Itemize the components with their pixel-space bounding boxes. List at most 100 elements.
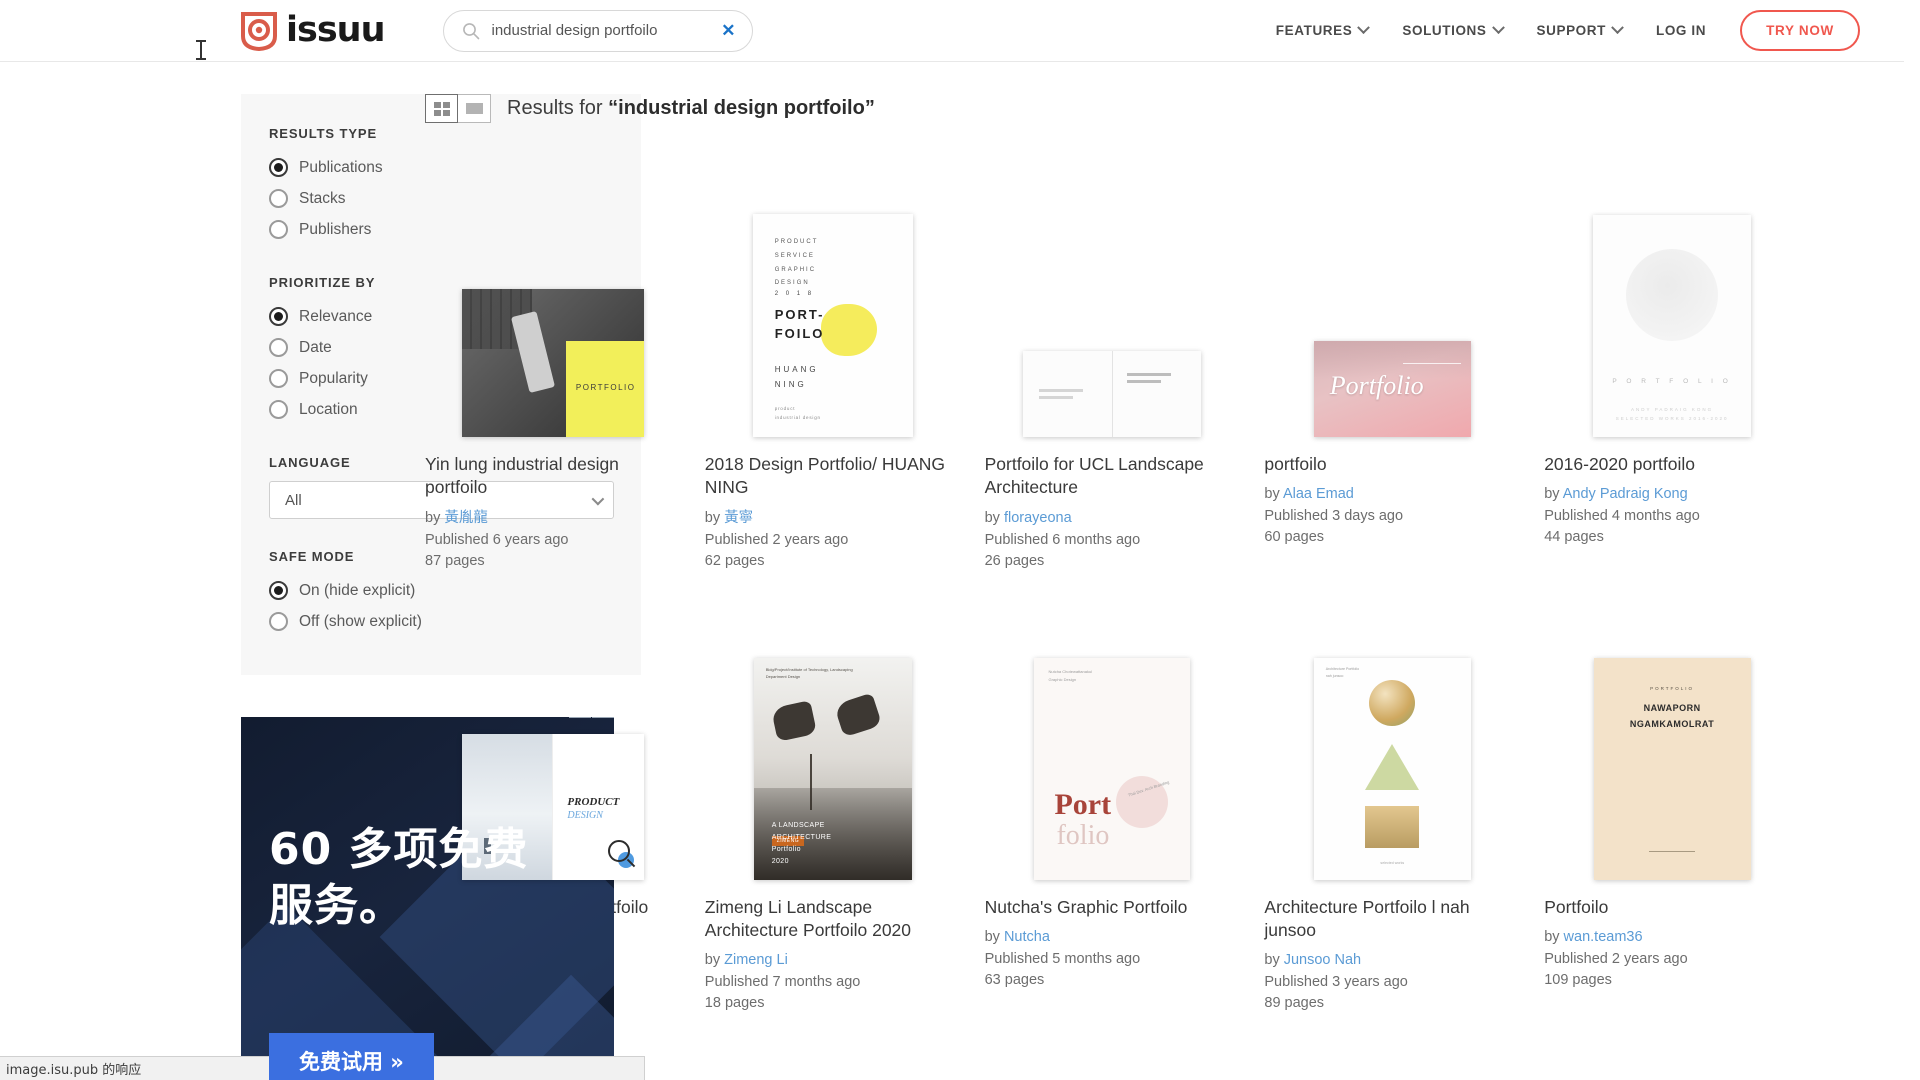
result-title[interactable]: Portfoilo for UCL Landscape Architecture <box>985 453 1241 500</box>
result-author-link[interactable]: Zimeng Li <box>724 952 788 968</box>
cover-art: selected works <box>1380 861 1405 866</box>
thumbnail-container[interactable] <box>985 157 1241 437</box>
thumbnail-container[interactable]: P O R T F O L I O ANDY PADRAIG KONG SELEC… <box>1544 157 1800 437</box>
try-now-button[interactable]: TRY NOW <box>1740 10 1860 51</box>
result-card[interactable]: Portfoilo for UCL Landscape Architecture… <box>985 157 1241 572</box>
list-view-icon <box>465 103 483 114</box>
result-author-link[interactable]: Alaa Emad <box>1283 486 1354 502</box>
clear-search-icon[interactable]: ✕ <box>719 22 737 39</box>
cover-art <box>1023 351 1112 437</box>
result-title[interactable]: 2016-2020 portfoilo <box>1544 453 1800 476</box>
nav-item-login[interactable]: LOG IN <box>1656 23 1706 38</box>
nav-item-support[interactable]: SUPPORT <box>1536 21 1624 38</box>
search-box[interactable]: industrial design portfoilo ✕ <box>442 9 753 52</box>
result-title[interactable]: portfoilo <box>1264 453 1520 476</box>
close-icon[interactable]: × <box>592 717 614 718</box>
result-card[interactable]: PORTFOLIO Yin lung industrial design por… <box>425 157 681 572</box>
publication-cover[interactable] <box>1023 351 1202 437</box>
thumbnail-container[interactable]: PORTFOLIO <box>425 157 681 437</box>
thumbnail-container[interactable]: Portfolio <box>1264 157 1520 437</box>
result-card[interactable]: Architecture Portfolio nah junsoo selecte… <box>1264 600 1520 1015</box>
main-nav: FEATURES SOLUTIONS SUPPORT LOG IN TRY NO… <box>1276 10 1920 51</box>
by-label: by <box>1544 928 1564 945</box>
result-card[interactable]: Bldg/Project/Institute of Technology, La… <box>705 600 961 1015</box>
search-input[interactable]: industrial design portfoilo <box>492 22 720 39</box>
by-label: by <box>704 952 725 969</box>
cover-art: A LANDSCAPE ARCHITECTURE Portfolio 2020 <box>771 822 832 865</box>
radio-indicator <box>269 220 288 239</box>
ad-cta-button[interactable]: 免费试用 » <box>269 1033 434 1080</box>
thumbnail-container[interactable]: Bldg/Project/Institute of Technology, La… <box>705 600 961 880</box>
publication-cover[interactable]: Portfolio <box>1313 341 1471 437</box>
result-meta: by wan.team36 Published 2 years ago 109 … <box>1544 927 1800 991</box>
by-label: by <box>425 509 445 526</box>
by-label: by <box>1264 952 1284 969</box>
cover-art <box>1649 850 1696 852</box>
result-author-line: by florayeona <box>985 508 1241 529</box>
cover-art: PRODUCT DESIGN <box>552 733 644 880</box>
result-author-link[interactable]: florayeona <box>1004 510 1072 526</box>
result-author-link[interactable]: 黃寧 <box>724 510 753 526</box>
nav-item-solutions[interactable]: SOLUTIONS <box>1402 21 1505 38</box>
by-label: by <box>984 928 1004 945</box>
result-title[interactable]: Portfoilo <box>1544 896 1800 919</box>
result-title[interactable]: 2018 Design Portfolio/ HUANG NING <box>705 453 961 500</box>
result-card[interactable]: PORTFOLIO NAWAPORN NGAMKAMOLRAT Portfoilo… <box>1544 600 1800 1015</box>
result-author-link[interactable]: wan.team36 <box>1564 929 1643 945</box>
results-query: “industrial design portfoilo” <box>608 97 875 119</box>
publication-cover[interactable]: PORTFOLIO NAWAPORN NGAMKAMOLRAT <box>1593 657 1751 880</box>
publication-cover[interactable]: PRODUCT SERVICE GRAPHIC DESIGN 2 0 1 8 PORT… <box>752 214 913 437</box>
cover-art <box>1365 743 1420 790</box>
thumbnail-container[interactable]: Nutcha Chotewattanakul Graphic Design Tha… <box>985 600 1241 880</box>
scrollbar-track[interactable] <box>1904 0 1920 1080</box>
status-bar-text: image.isu.pub 的响应 <box>6 1063 142 1078</box>
cover-art: 2 0 1 8 <box>774 291 815 297</box>
result-meta: by florayeona Published 6 months ago 26 … <box>985 508 1241 572</box>
result-published: Published 2 years ago <box>1544 950 1688 967</box>
result-title[interactable]: Zimeng Li Landscape Architecture Portfoi… <box>705 896 961 943</box>
radio-indicator <box>269 612 288 631</box>
radio-indicator <box>269 158 288 177</box>
radio-label-publications: Publications <box>299 158 383 176</box>
cover-art: ANDY PADRAIG KONG SELECTED WORKS 2016-202… <box>1615 407 1729 421</box>
thumbnail-container[interactable]: PRODUCT SERVICE GRAPHIC DESIGN 2 0 1 8 PORT… <box>705 157 961 437</box>
publication-cover[interactable]: Architecture Portfolio nah junsoo selecte… <box>1313 657 1471 880</box>
radio-label-location: Location <box>299 400 358 418</box>
cover-art <box>1402 363 1461 364</box>
result-published: Published 2 years ago <box>704 531 849 548</box>
result-author-link[interactable]: Junsoo Nah <box>1284 952 1361 968</box>
issuu-wordmark: issuu <box>286 10 385 50</box>
publication-cover[interactable]: Bldg/Project/Institute of Technology, La… <box>753 657 912 880</box>
radio-label-stacks: Stacks <box>299 189 346 207</box>
thumbnail-container[interactable]: Architecture Portfolio nah junsoo selecte… <box>1264 600 1520 880</box>
publication-cover[interactable]: Nutcha Chotewattanakul Graphic Design Tha… <box>1034 657 1191 880</box>
thumbnail-container[interactable]: PORTFOLIO NAWAPORN NGAMKAMOLRAT <box>1544 600 1800 880</box>
issuu-logo[interactable]: issuu <box>240 0 385 61</box>
result-card[interactable]: PRODUCT SERVICE GRAPHIC DESIGN 2 0 1 8 PORT… <box>705 157 961 572</box>
cover-art: P O R T F O L I O <box>1612 378 1732 385</box>
cover-art <box>1369 679 1416 726</box>
list-view-button[interactable] <box>458 94 491 123</box>
grid-view-button[interactable] <box>425 94 458 123</box>
radio-label-relevance: Relevance <box>299 307 373 325</box>
cover-art: PRODUCT SERVICE GRAPHIC DESIGN <box>774 239 819 287</box>
result-author-line: by Zimeng Li <box>705 950 961 971</box>
cover-art <box>820 304 877 356</box>
cover-art: PORT- FOILO <box>774 307 825 341</box>
result-title[interactable]: Yin lung industrial design portfoilo <box>425 453 681 500</box>
ad-headline: 60 多项免费 服务。 <box>269 822 529 935</box>
result-author-link[interactable]: 黃胤龍 <box>444 510 488 526</box>
result-title[interactable]: Nutcha's Graphic Portfoilo <box>985 896 1241 919</box>
result-title[interactable]: Architecture Portfoilo l nah junsoo <box>1264 896 1520 943</box>
issuu-logo-icon <box>240 11 278 51</box>
result-card[interactable]: P O R T F O L I O ANDY PADRAIG KONG SELEC… <box>1544 157 1800 572</box>
result-author-link[interactable]: Nutcha <box>1004 929 1050 945</box>
publication-cover[interactable]: PORTFOLIO <box>461 289 644 437</box>
nav-item-features[interactable]: FEATURES <box>1276 21 1371 38</box>
result-card[interactable]: Portfolio portfoilo by Alaa Emad Publish… <box>1264 157 1520 572</box>
result-card[interactable]: Nutcha Chotewattanakul Graphic Design Tha… <box>985 600 1241 1015</box>
result-published: Published 7 months ago <box>704 974 861 991</box>
result-author-link[interactable]: Andy Padraig Kong <box>1563 486 1688 502</box>
nav-label-support: SUPPORT <box>1536 23 1606 38</box>
publication-cover[interactable]: P O R T F O L I O ANDY PADRAIG KONG SELEC… <box>1593 215 1752 437</box>
